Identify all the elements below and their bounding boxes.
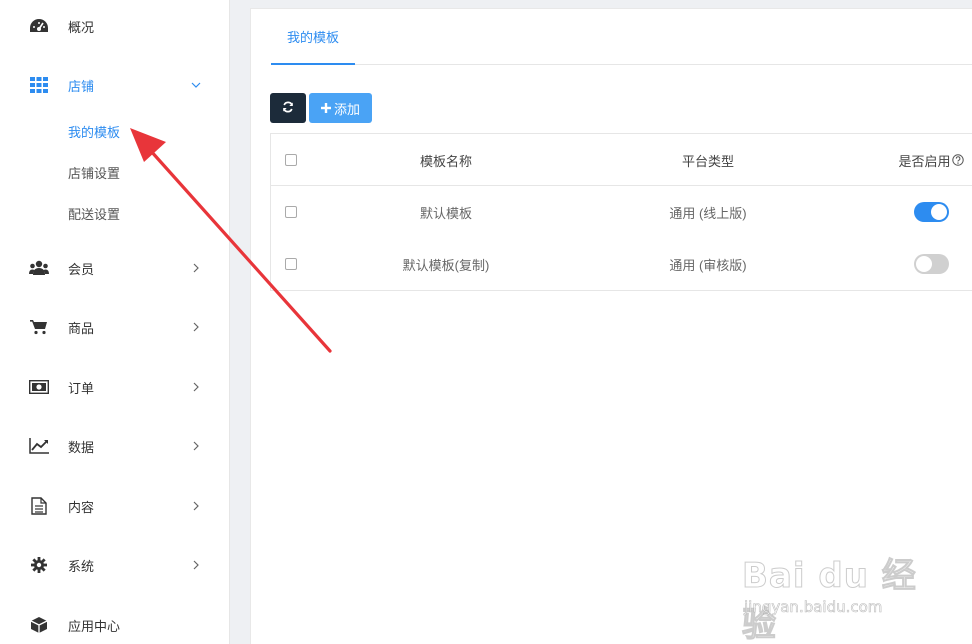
- watermark-logo-text: Bai du 经验: [742, 556, 917, 644]
- column-header-name: 模板名称: [419, 153, 472, 169]
- template-name: 默认模板(复制): [402, 257, 490, 273]
- tab-bar: 我的模板: [271, 9, 972, 65]
- add-button[interactable]: 添加: [309, 93, 372, 123]
- sidebar-item-label: 订单: [68, 380, 95, 396]
- sidebar-item-label: 内容: [68, 499, 95, 515]
- table-header-row: 模板名称 平台类型 是否启用: [271, 134, 972, 186]
- gear-icon: [28, 554, 50, 576]
- enabled-toggle[interactable]: [913, 202, 949, 222]
- platform-type: 通用 (线上版): [669, 205, 747, 221]
- table-row: 默认模板 通用 (线上版): [271, 186, 972, 238]
- sidebar-subitem-label: 我的模板: [68, 124, 121, 140]
- watermark: Bai du 经验 jingyan.baidu.com: [742, 540, 942, 644]
- template-name: 默认模板: [419, 205, 472, 221]
- box-icon: [28, 614, 50, 636]
- chevron-down-icon: [190, 79, 202, 91]
- toggle-knob: [930, 204, 947, 220]
- column-header-enabled: 是否启用: [871, 134, 972, 186]
- sidebar-item-label: 数据: [68, 439, 95, 455]
- cart-icon: [28, 316, 50, 338]
- row-checkbox-cell: [283, 186, 299, 238]
- toggle-knob: [915, 256, 932, 272]
- sidebar-subitem-my-templates[interactable]: 我的模板: [0, 114, 230, 148]
- column-header-platform: 平台类型: [681, 153, 734, 169]
- refresh-button[interactable]: [270, 93, 306, 123]
- watermark-url: jingyan.baidu.com: [744, 598, 883, 617]
- sidebar-subitem-label: 店铺设置: [68, 165, 121, 181]
- chart-icon: [28, 435, 50, 457]
- sidebar-item-orders[interactable]: 订单: [0, 367, 230, 407]
- enabled-cell: [871, 186, 972, 238]
- sidebar-item-label: 系统: [68, 558, 95, 574]
- row-checkbox-cell: [283, 238, 299, 290]
- refresh-icon: [282, 101, 294, 116]
- enabled-toggle[interactable]: [913, 254, 949, 274]
- sidebar: 概况 店铺 我的模板 店铺设置 配送设置 会员 商品 订单 数据 内容 系统 应…: [0, 0, 230, 644]
- chevron-right-icon: [190, 440, 202, 452]
- select-all-checkbox[interactable]: [285, 154, 297, 166]
- chevron-right-icon: [190, 321, 202, 333]
- row-checkbox[interactable]: [285, 258, 297, 270]
- sidebar-item-label: 店铺: [68, 78, 95, 94]
- document-icon: [28, 495, 50, 517]
- sidebar-subitem-store-settings[interactable]: 店铺设置: [0, 155, 230, 189]
- template-table: 模板名称 平台类型 是否启用 默认模板 通用 (线上版) 默认模板(复制) 通用…: [270, 133, 972, 291]
- column-header-enabled-label: 是否启用: [898, 153, 951, 169]
- sidebar-item-members[interactable]: 会员: [0, 248, 230, 288]
- sidebar-item-overview[interactable]: 概况: [0, 6, 230, 46]
- sidebar-subitem-delivery-settings[interactable]: 配送设置: [0, 196, 230, 230]
- sidebar-subitem-label: 配送设置: [68, 206, 121, 222]
- chevron-right-icon: [190, 559, 202, 571]
- sidebar-item-label: 应用中心: [68, 618, 121, 634]
- money-icon: [28, 376, 50, 398]
- chevron-right-icon: [190, 262, 202, 274]
- sidebar-item-label: 商品: [68, 320, 95, 336]
- chevron-right-icon: [190, 381, 202, 393]
- dashboard-icon: [28, 15, 50, 37]
- sidebar-item-label: 会员: [68, 261, 95, 277]
- sidebar-item-products[interactable]: 商品: [0, 307, 230, 347]
- sidebar-item-label: 概况: [68, 19, 95, 35]
- row-checkbox[interactable]: [285, 206, 297, 218]
- sidebar-item-data[interactable]: 数据: [0, 426, 230, 466]
- sidebar-item-store[interactable]: 店铺: [0, 65, 230, 105]
- add-button-label: 添加: [333, 101, 360, 117]
- sidebar-item-app-center[interactable]: 应用中心: [0, 605, 230, 644]
- platform-type: 通用 (审核版): [669, 257, 747, 273]
- table-row: 默认模板(复制) 通用 (审核版): [271, 238, 972, 290]
- plus-icon: [320, 101, 331, 116]
- help-icon[interactable]: [951, 154, 964, 166]
- grid-icon: [28, 74, 50, 96]
- chevron-right-icon: [190, 500, 202, 512]
- tab-my-templates[interactable]: 我的模板: [271, 9, 355, 65]
- sidebar-item-system[interactable]: 系统: [0, 545, 230, 585]
- enabled-cell: [871, 238, 972, 290]
- users-icon: [28, 257, 50, 279]
- sidebar-item-content[interactable]: 内容: [0, 486, 230, 526]
- select-all-cell: [283, 134, 299, 186]
